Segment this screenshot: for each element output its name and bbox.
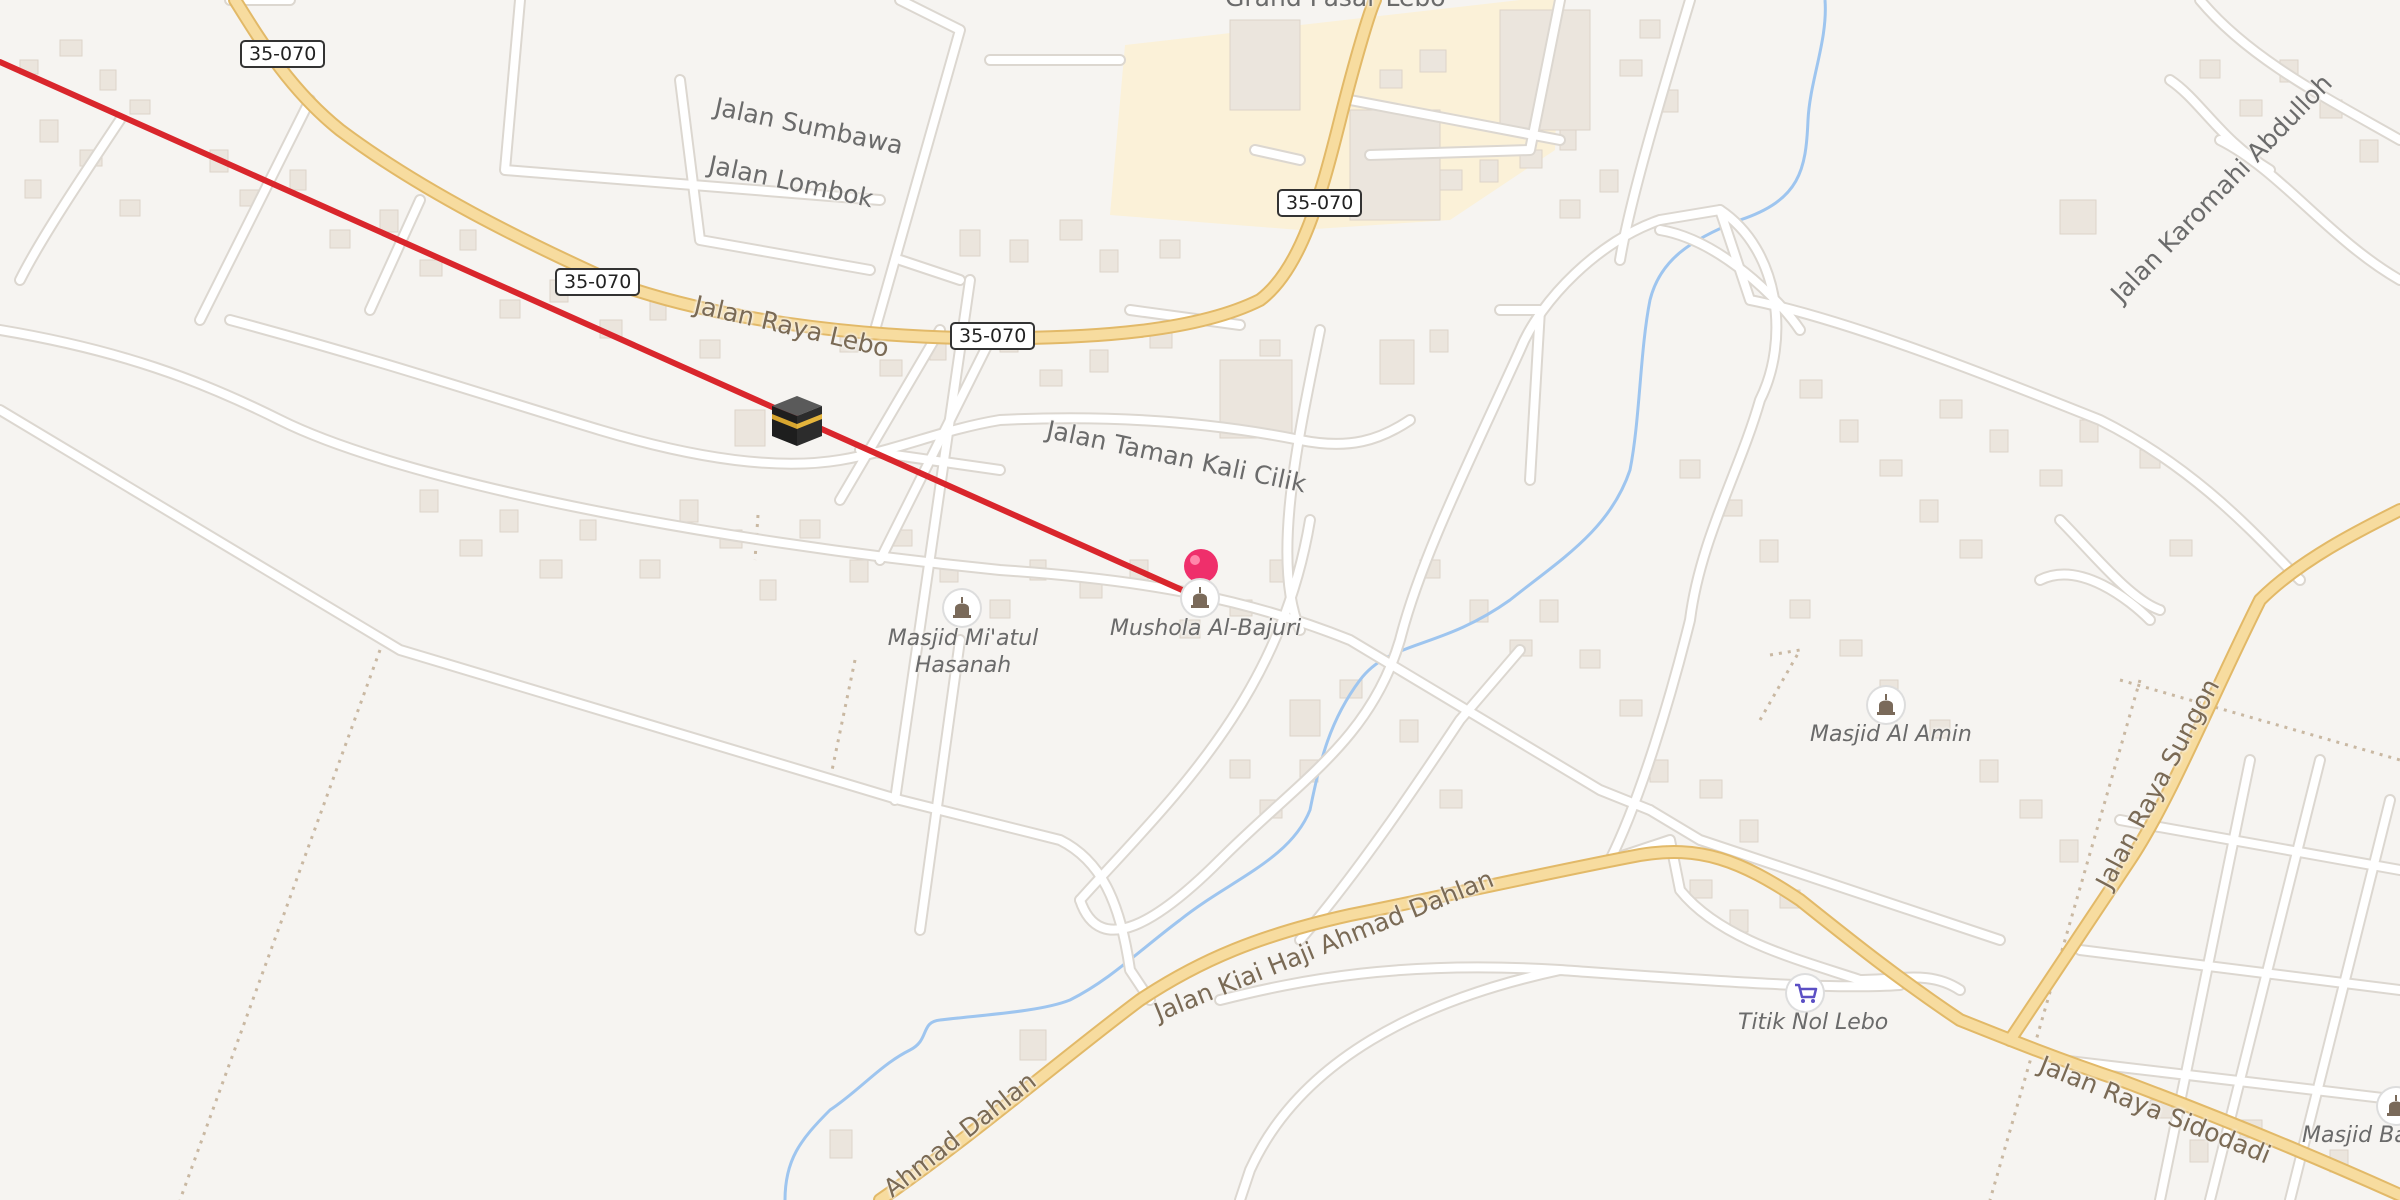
poi-label-mushola: Mushola Al-Bajuri [1110,616,1302,641]
poi-label-masjid-al-amin: Masjid Al Amin [1810,722,1972,747]
route-shield: 35-070 [555,268,641,296]
poi-label-titik-nol: Titik Nol Lebo [1738,1010,1889,1035]
kaaba-icon[interactable] [768,392,826,450]
street-label-top-cut: Grand Pasar Lebo [1225,0,1446,12]
poi-label-masjid-miatul: Masjid Mi'atul Hasanah [870,625,1056,679]
poi-label-line: Masjid Mi'atul [887,626,1039,651]
mosque-icon[interactable] [2378,1088,2400,1124]
mosque-icon[interactable] [1182,580,1218,616]
poi-label-masjid-right: Masjid Ba [2302,1123,2400,1148]
route-shield: 35-070 [1277,189,1363,217]
poi-label-line: Hasanah [914,653,1012,678]
route-shield: 35-070 [240,40,326,68]
shopping-cart-icon[interactable] [1787,975,1823,1011]
mosque-icon[interactable] [944,590,980,626]
map-canvas[interactable]: 35-070 35-070 35-070 35-070 Jalan Sumbaw… [0,0,2400,1200]
mosque-icon[interactable] [1868,687,1904,723]
route-shield: 35-070 [950,322,1036,350]
